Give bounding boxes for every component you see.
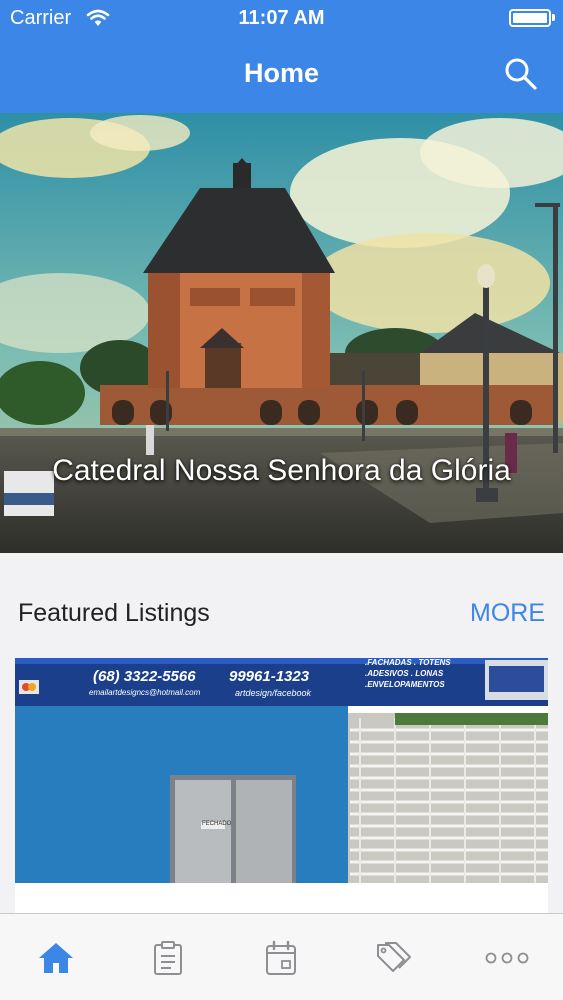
door-notice: FECHADO: [202, 821, 232, 827]
tab-listings[interactable]: [112, 914, 224, 1000]
sign-service-3: .ENVELOPAMENTOS: [365, 680, 445, 689]
sign-facebook: artdesign/facebook: [235, 688, 312, 698]
sign-phone-1: (68) 3322-5566: [93, 668, 196, 685]
navigation-bar: Carrier 11:07 AM Home: [0, 0, 563, 113]
listing-card[interactable]: (68) 3322-5566 99961-1323 emailartdesign…: [15, 658, 548, 913]
more-icon: [485, 952, 529, 964]
clipboard-icon: [154, 941, 182, 975]
tab-home[interactable]: [0, 914, 112, 1000]
hero-caption: Catedral Nossa Senhora da Glória: [52, 454, 511, 487]
tag-icon: [377, 942, 411, 972]
sign-service-2: .ADESIVOS . LONAS: [365, 669, 444, 678]
sign-email: emailartdesigncs@hotmail.com: [89, 688, 201, 697]
tab-more[interactable]: [451, 914, 563, 1000]
battery-tip: [552, 14, 555, 21]
section-title: Featured Listings: [18, 599, 210, 627]
sign-service-1: .FACHADAS . TOTENS: [365, 658, 451, 667]
listing-photo: (68) 3322-5566 99961-1323 emailartdesign…: [15, 658, 548, 883]
tab-bar: [0, 913, 563, 1000]
more-button[interactable]: MORE: [470, 599, 545, 628]
status-bar: Carrier 11:07 AM: [0, 0, 563, 38]
battery-icon: [509, 9, 551, 27]
calendar-icon: [266, 940, 296, 975]
status-time: 11:07 AM: [238, 7, 325, 29]
featured-listings-header: Featured Listings MORE: [0, 553, 563, 658]
home-icon: [39, 943, 73, 973]
hero-banner[interactable]: Catedral Nossa Senhora da Glória: [0, 113, 563, 553]
tab-events[interactable]: [225, 914, 337, 1000]
page-title: Home: [243, 58, 319, 88]
search-icon[interactable]: [503, 56, 539, 92]
tab-deals[interactable]: [338, 914, 450, 1000]
sign-phone-2: 99961-1323: [229, 668, 310, 685]
